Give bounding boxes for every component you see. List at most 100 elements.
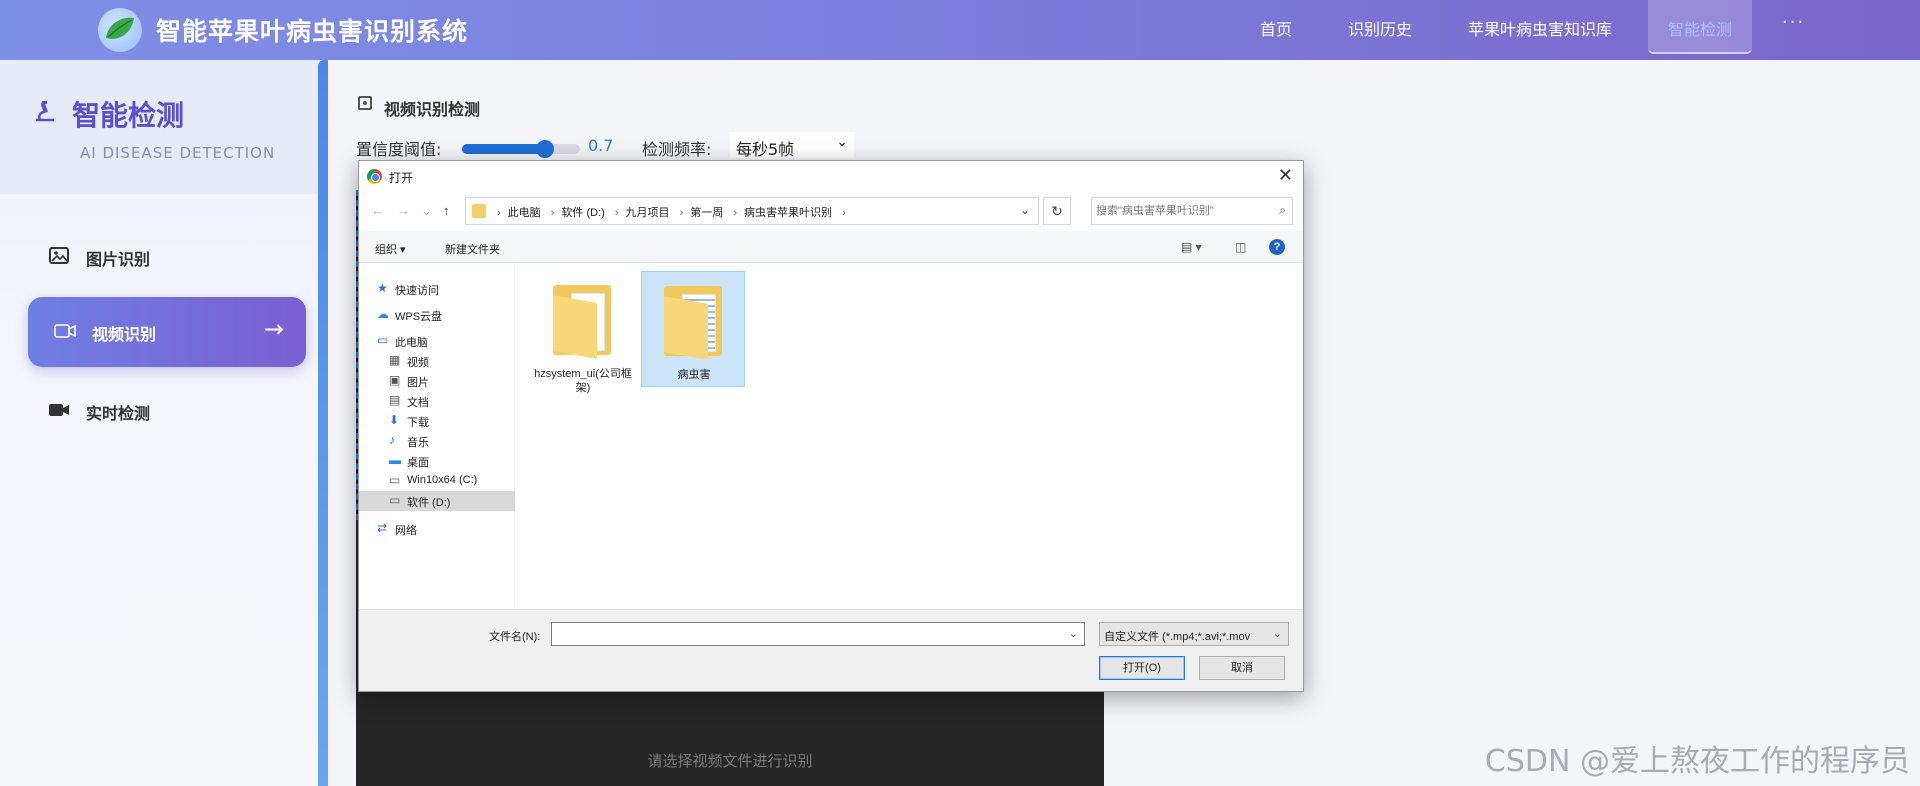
back-arrow-icon[interactable]: ← bbox=[371, 203, 384, 218]
app-title: 智能苹果叶病虫害识别系统 bbox=[156, 17, 469, 46]
address-bar[interactable]: › 此电脑 › 软件 (D:) › 九月项目 › 第一周 › 病虫害苹果叶识别 › ⌄ bbox=[465, 197, 1039, 225]
sidebar-title: 智能检测 bbox=[72, 99, 185, 132]
breadcrumb-item[interactable]: 此电脑 bbox=[508, 207, 541, 219]
chevron-down-icon[interactable]: ⌄ bbox=[1069, 627, 1078, 640]
chrome-icon bbox=[367, 169, 382, 184]
tree-item-this-pc[interactable]: ▭ 此电脑 bbox=[377, 331, 515, 351]
preview-pane-icon[interactable]: ◫ bbox=[1235, 240, 1246, 254]
top-navbar: 智能苹果叶病虫害识别系统 首页 识别历史 苹果叶病虫害知识库 智能检测 ··· bbox=[0, 0, 1920, 60]
chevron-down-icon[interactable]: ⌄ bbox=[1020, 203, 1030, 217]
navigation-tree: ★ 快速访问 ☁ WPS云盘 ▭ 此电脑 ▦ 视频 ▣ 图片 ▤ 文档 ⬇ 下载… bbox=[359, 263, 515, 609]
new-folder-button[interactable]: 新建文件夹 bbox=[445, 241, 500, 257]
camera-icon bbox=[49, 404, 69, 416]
dialog-titlebar: 打开 ✕ bbox=[359, 161, 1303, 191]
drive-icon: ▭ bbox=[389, 493, 401, 507]
filetype-select[interactable]: 自定义文件 (*.mp4;*.avi;*.mov ⌄ bbox=[1099, 622, 1289, 646]
confidence-slider[interactable] bbox=[462, 140, 580, 158]
nav-knowledge-base[interactable]: 苹果叶病虫害知识库 bbox=[1468, 16, 1612, 40]
open-button[interactable]: 打开(O) bbox=[1099, 656, 1185, 680]
folder-name: 病虫害 bbox=[677, 369, 711, 381]
record-icon bbox=[358, 96, 372, 110]
chevron-down-icon[interactable]: ⌄ bbox=[421, 203, 432, 219]
folder-name: hzsystem_ui(公司框架) bbox=[534, 368, 632, 394]
microscope-icon bbox=[36, 101, 54, 122]
more-menu-icon[interactable]: ··· bbox=[1782, 12, 1805, 33]
tree-item-downloads[interactable]: ⬇ 下载 bbox=[389, 411, 515, 431]
download-icon: ⬇ bbox=[389, 413, 400, 427]
up-arrow-icon[interactable]: ↑ bbox=[443, 203, 450, 218]
tree-item-drive-c[interactable]: ▭ Win10x64 (C:) bbox=[389, 471, 515, 491]
breadcrumb-item[interactable]: 病虫害苹果叶识别 bbox=[744, 207, 832, 219]
music-icon: ♪ bbox=[389, 433, 395, 447]
folder-icon bbox=[472, 204, 486, 218]
sidebar-item-realtime-detection[interactable]: 实时检测 bbox=[28, 376, 306, 446]
confidence-label: 置信度阈值: bbox=[356, 140, 442, 159]
computer-icon: ▭ bbox=[377, 333, 389, 347]
tree-item-wps-cloud[interactable]: ☁ WPS云盘 bbox=[377, 305, 515, 325]
sidebar-accent-bar bbox=[318, 60, 328, 786]
tree-item-network[interactable]: ⇄ 网络 bbox=[377, 519, 515, 539]
breadcrumb: › 此电脑 › 软件 (D:) › 九月项目 › 第一周 › 病虫害苹果叶识别 › bbox=[497, 207, 846, 219]
pictures-folder-icon: ▣ bbox=[389, 373, 401, 387]
video-folder-icon: ▦ bbox=[389, 353, 401, 367]
star-icon: ★ bbox=[377, 281, 388, 295]
filetype-value: 自定义文件 (*.mp4;*.avi;*.mov bbox=[1104, 631, 1251, 643]
tree-item-desktop[interactable]: ▬ 桌面 bbox=[389, 451, 515, 471]
confidence-slider-fill bbox=[462, 144, 545, 154]
cancel-button[interactable]: 取消 bbox=[1199, 656, 1285, 680]
confidence-slider-thumb[interactable] bbox=[535, 140, 554, 158]
frequency-select[interactable]: 每秒5帧 ⌄ bbox=[730, 132, 854, 159]
organize-button[interactable]: 组织 ▾ bbox=[375, 241, 406, 257]
frequency-label: 检测频率: bbox=[642, 140, 712, 159]
sidebar-item-video-recognition[interactable]: 视频识别 → bbox=[28, 297, 306, 367]
leaf-logo-icon bbox=[98, 8, 142, 52]
arrow-right-icon: → bbox=[263, 315, 284, 343]
breadcrumb-item[interactable]: 软件 (D:) bbox=[561, 207, 604, 219]
breadcrumb-item[interactable]: 第一周 bbox=[690, 207, 723, 219]
tree-item-drive-d[interactable]: ▭ 软件 (D:) bbox=[359, 491, 515, 511]
documents-folder-icon: ▤ bbox=[389, 393, 401, 407]
network-icon: ⇄ bbox=[377, 521, 388, 535]
search-box[interactable]: ⌕ bbox=[1091, 197, 1293, 225]
filename-input[interactable] bbox=[556, 626, 1056, 642]
address-row: ← → ⌄ ↑ › 此电脑 › 软件 (D:) › 九月项目 › 第一周 › 病虫害苹果叶… bbox=[359, 191, 1303, 231]
refresh-button[interactable]: ↻ bbox=[1043, 197, 1071, 225]
nav-smart-detect[interactable]: 智能检测 bbox=[1648, 0, 1752, 54]
sidebar-item-image-recognition[interactable]: 图片识别 bbox=[28, 222, 306, 292]
sidebar-item-label: 实时检测 bbox=[86, 404, 151, 423]
section-title: 视频识别检测 bbox=[384, 100, 481, 119]
dialog-footer: 文件名(N): ⌄ 自定义文件 (*.mp4;*.avi;*.mov ⌄ 打开(… bbox=[359, 609, 1303, 691]
sidebar-subtitle: AI DISEASE DETECTION bbox=[80, 144, 276, 162]
watermark: CSDN @爱上熬夜工作的程序员 bbox=[1484, 744, 1910, 779]
forward-arrow-icon[interactable]: → bbox=[397, 203, 410, 218]
tree-item-documents[interactable]: ▤ 文档 bbox=[389, 391, 515, 411]
video-hint: 请选择视频文件进行识别 bbox=[647, 752, 813, 770]
dialog-title: 打开 bbox=[389, 171, 414, 185]
image-icon bbox=[49, 247, 69, 264]
tree-item-pictures[interactable]: ▣ 图片 bbox=[389, 371, 515, 391]
file-list: hzsystem_ui(公司框架) 病虫害 bbox=[517, 263, 1303, 609]
filename-field[interactable]: ⌄ bbox=[551, 622, 1085, 646]
tree-item-music[interactable]: ♪ 音乐 bbox=[389, 431, 515, 451]
file-open-dialog: 打开 ✕ ← → ⌄ ↑ › 此电脑 › 软件 (D:) › 九月项目 › 第一周 › 病… bbox=[358, 160, 1304, 692]
view-options-icon[interactable]: ▤ ▾ bbox=[1181, 240, 1202, 254]
drive-icon: ▭ bbox=[389, 473, 401, 487]
breadcrumb-item[interactable]: 九月项目 bbox=[626, 207, 670, 219]
tree-item-quick-access[interactable]: ★ 快速访问 bbox=[377, 279, 515, 299]
dialog-toolbar: 组织 ▾ 新建文件夹 ▤ ▾ ◫ ? bbox=[359, 231, 1303, 263]
tree-item-videos[interactable]: ▦ 视频 bbox=[389, 351, 515, 371]
sidebar-item-label: 图片识别 bbox=[86, 250, 151, 269]
search-icon: ⌕ bbox=[1279, 203, 1286, 217]
help-icon[interactable]: ? bbox=[1269, 239, 1285, 255]
cloud-icon: ☁ bbox=[377, 307, 389, 321]
nav-history[interactable]: 识别历史 bbox=[1348, 16, 1412, 40]
sidebar-header: 智能检测 AI DISEASE DETECTION bbox=[0, 60, 318, 194]
desktop-icon: ▬ bbox=[389, 453, 401, 467]
folder-item-selected[interactable]: 病虫害 bbox=[641, 271, 745, 387]
close-icon[interactable]: ✕ bbox=[1278, 165, 1293, 186]
nav-home[interactable]: 首页 bbox=[1260, 16, 1292, 40]
folder-item[interactable]: hzsystem_ui(公司框架) bbox=[531, 271, 635, 394]
search-input[interactable] bbox=[1096, 202, 1266, 220]
sidebar: 智能检测 AI DISEASE DETECTION 图片识别 视频识别 → 实时… bbox=[0, 60, 318, 786]
sidebar-item-label: 视频识别 bbox=[92, 325, 157, 344]
